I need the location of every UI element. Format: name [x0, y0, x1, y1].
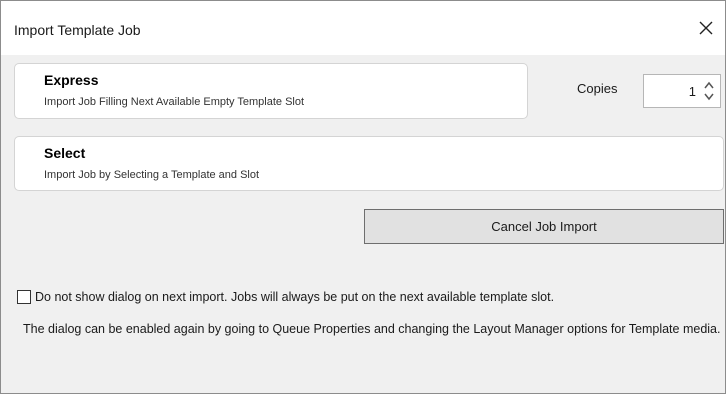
express-description: Import Job Filling Next Available Empty … — [44, 96, 305, 108]
title-bar: Import Template Job — [1, 1, 725, 55]
express-title: Express — [44, 72, 99, 88]
copies-value[interactable]: 1 — [689, 84, 696, 99]
info-note: The dialog can be enabled again by going… — [23, 322, 721, 336]
spin-arrows-icon[interactable] — [702, 78, 716, 104]
close-button[interactable] — [693, 15, 719, 41]
select-option[interactable]: Select Import Job by Selecting a Templat… — [14, 136, 724, 191]
do-not-show-checkbox[interactable] — [17, 290, 31, 304]
dialog-title: Import Template Job — [14, 22, 141, 38]
select-title: Select — [44, 145, 86, 161]
do-not-show-label: Do not show dialog on next import. Jobs … — [35, 290, 555, 304]
import-template-job-dialog: Import Template Job Express Import Job F… — [0, 0, 726, 394]
cancel-job-import-button[interactable]: Cancel Job Import — [364, 209, 724, 244]
close-icon — [699, 21, 713, 35]
express-option[interactable]: Express Import Job Filling Next Availabl… — [14, 63, 528, 119]
chevron-up-icon — [704, 81, 714, 89]
copies-label: Copies — [577, 81, 618, 96]
chevron-down-icon — [704, 93, 714, 101]
copies-spinbox[interactable]: 1 — [643, 74, 721, 108]
select-description: Import Job by Selecting a Template and S… — [44, 169, 260, 181]
